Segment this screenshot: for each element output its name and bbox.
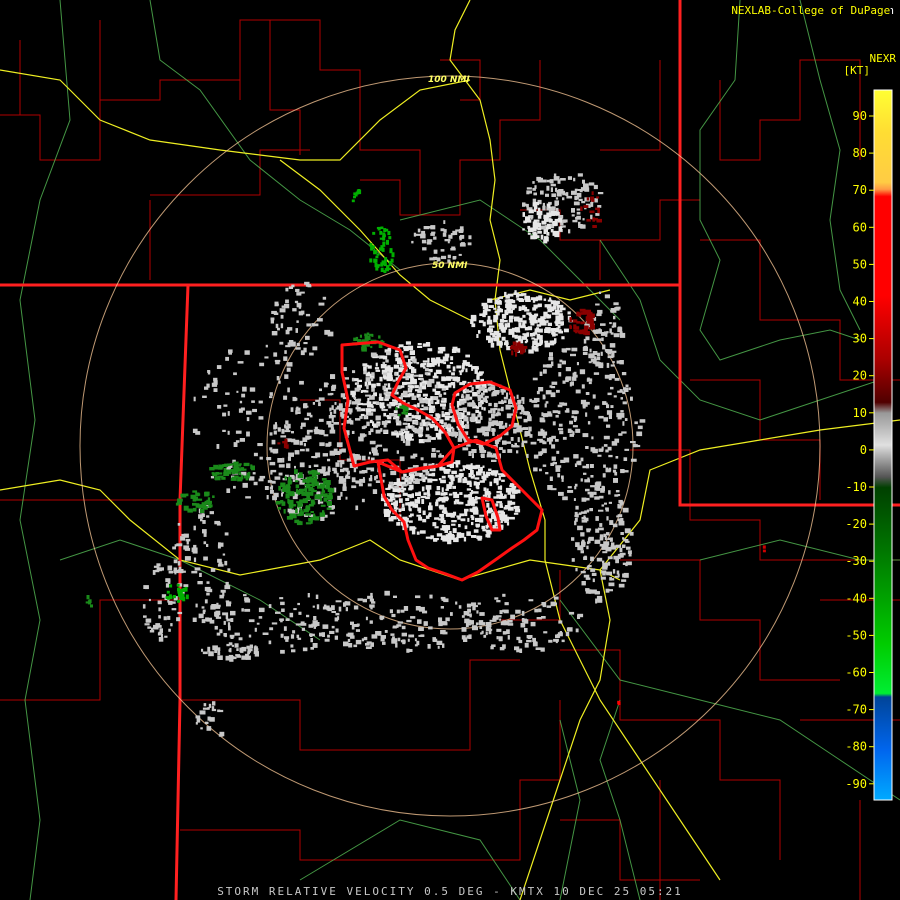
legend-tick-label: -90 — [845, 777, 867, 791]
legend-tick-label: -50 — [845, 628, 867, 642]
legend-tick-label: 90 — [853, 109, 867, 123]
legend-tick-label: 10 — [853, 406, 867, 420]
radar-map[interactable]: 50 NMI 100 NMI 9080706050403020100-10-20… — [0, 0, 900, 900]
legend-tick-label: 30 — [853, 332, 867, 346]
ring-100-label: 100 NMI — [428, 75, 470, 85]
legend-tick-label: -60 — [845, 666, 867, 680]
credit-text: NEXLAB-College of DuPage — [731, 4, 891, 17]
legend-tick-label: 40 — [853, 295, 867, 309]
product-code: NEXR — [869, 52, 897, 65]
legend-tick-label: -30 — [845, 554, 867, 568]
k-logo-icon: ℩ — [890, 4, 894, 17]
legend-color-bar — [873, 89, 893, 801]
legend-tick-label: -10 — [845, 480, 867, 494]
legend-tick-label: 20 — [853, 369, 867, 383]
legend-tick-label: -40 — [845, 591, 867, 605]
legend-tick-label: 50 — [853, 257, 867, 271]
legend-tick-label: 0 — [860, 443, 867, 457]
legend-tick-label: -70 — [845, 703, 867, 717]
units-label: [KT] — [843, 64, 871, 77]
legend-tick-label: 80 — [853, 146, 867, 160]
legend-tick-label: 60 — [853, 220, 867, 234]
legend-tick-label: -80 — [845, 740, 867, 754]
product-footer: STORM RELATIVE VELOCITY 0.5 DEG - KMTX 1… — [217, 885, 683, 898]
legend-tick-label: -20 — [845, 517, 867, 531]
legend-tick-label: 70 — [853, 183, 867, 197]
credit-label[interactable]: NEXLAB-College of DuPage℩ — [731, 4, 894, 17]
